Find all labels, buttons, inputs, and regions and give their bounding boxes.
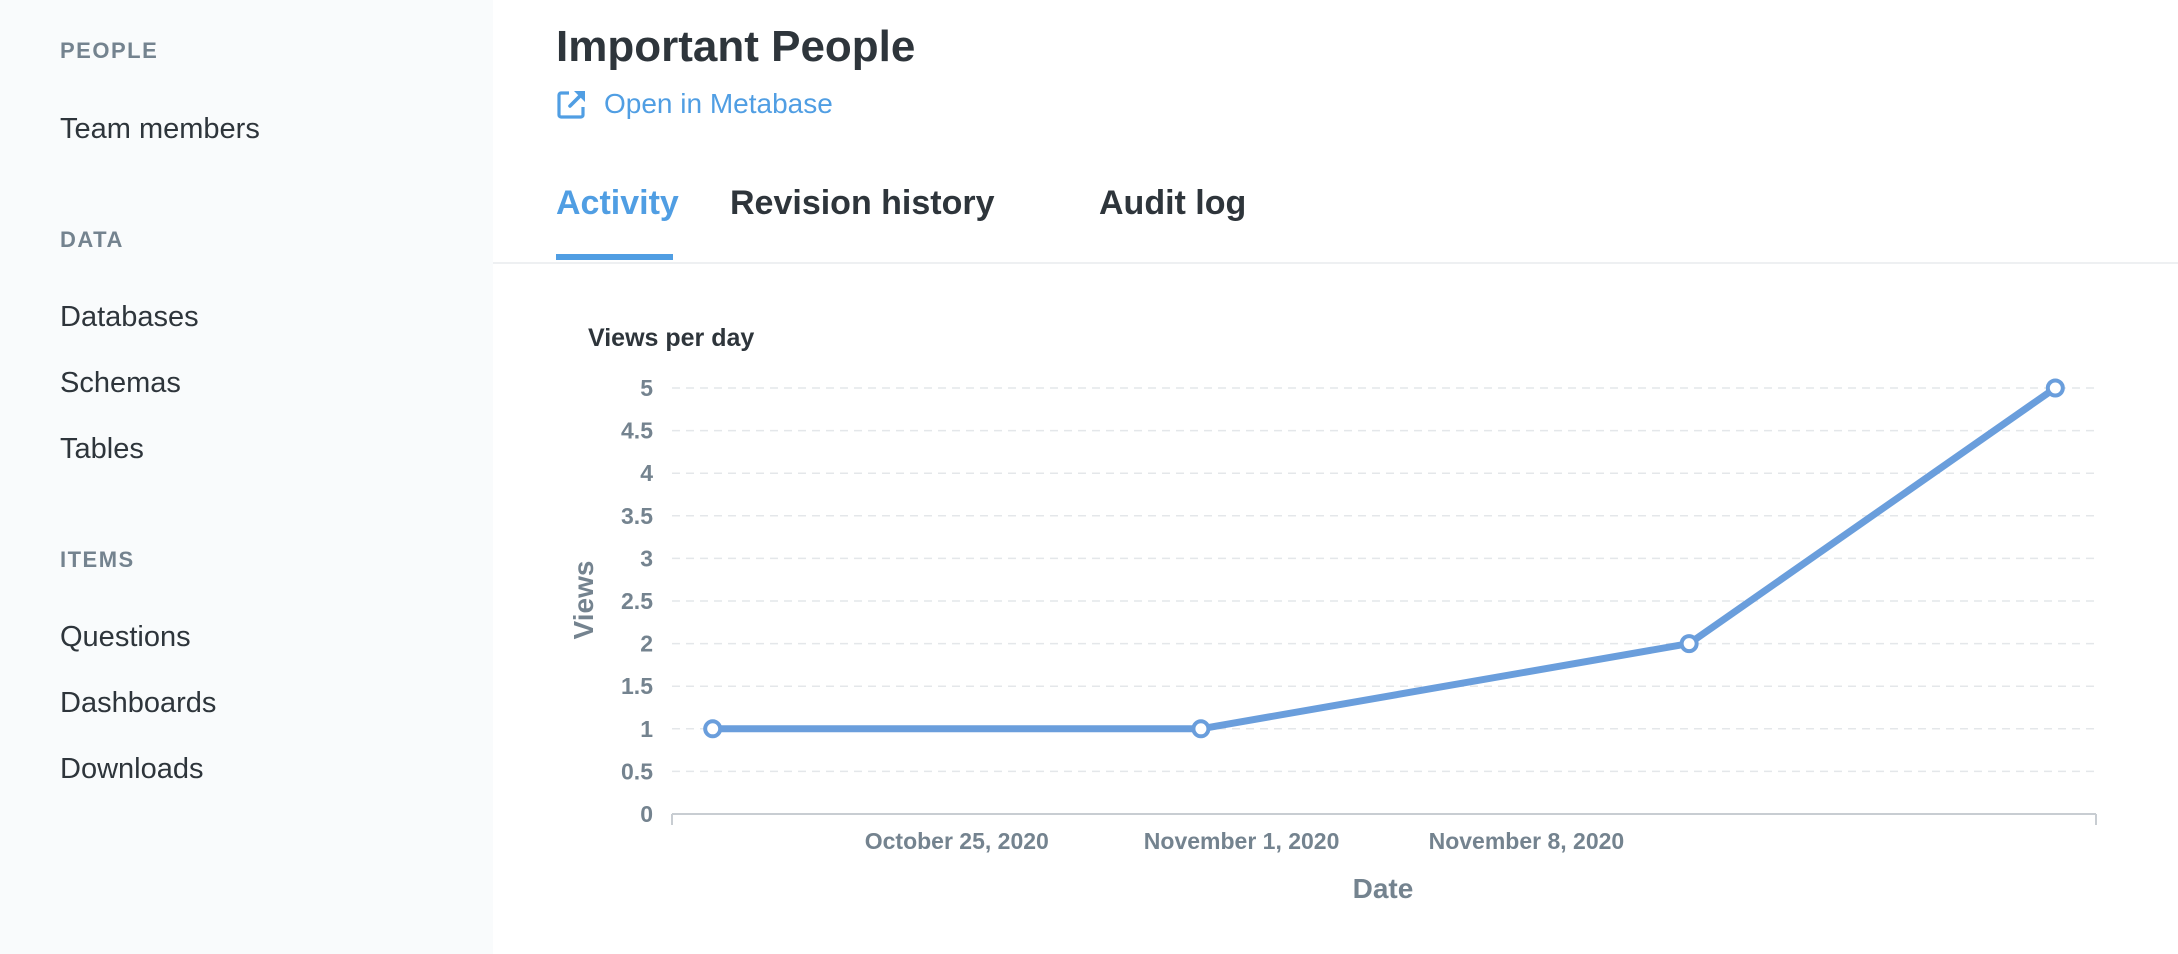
y-tick-label: 1 [640,716,653,742]
views-series-points [703,378,2065,739]
tab-audit-log[interactable]: Audit log [1099,184,1246,223]
tab-revision-history[interactable]: Revision history [730,184,995,223]
x-tick-label: November 8, 2020 [1429,828,1625,854]
x-tick-label: October 25, 2020 [865,828,1049,854]
x-tick-label: November 1, 2020 [1144,828,1340,854]
y-tick-label: 4 [640,460,653,486]
sidebar-item-downloads[interactable]: Downloads [60,753,203,786]
y-tick-label: 2 [640,631,653,657]
data-point[interactable] [2045,378,2065,398]
open-in-metabase-label: Open in Metabase [604,88,833,119]
views-chart-container: Views per day 0 0.5 1 1.5 2 2.5 3 3.5 4 4.5 5 Octo… [493,264,2178,954]
y-tick-label: 1.5 [621,673,653,699]
chart-gridlines [672,387,2096,773]
sidebar-item-databases[interactable]: Databases [60,301,199,334]
y-tick-label: 0.5 [621,758,653,784]
admin-sidebar: PEOPLE Team members DATA Databases Schem… [0,0,493,954]
y-tick-label: 2.5 [621,588,653,614]
sidebar-item-schemas[interactable]: Schemas [60,367,181,400]
data-point[interactable] [1679,634,1699,654]
data-point[interactable] [703,719,723,739]
y-tick-label: 4.5 [621,418,653,444]
y-tick-label: 3.5 [621,503,653,529]
y-tick-label: 0 [640,801,653,827]
tab-activity[interactable]: Activity [556,184,679,223]
sidebar-item-questions[interactable]: Questions [60,621,191,654]
x-axis-ticks: October 25, 2020 November 1, 2020 November… [865,828,1624,854]
external-link-icon [557,91,585,119]
sidebar-item-tables[interactable]: Tables [60,433,144,466]
y-tick-label: 3 [640,545,653,571]
sidebar-item-team-members[interactable]: Team members [60,113,260,146]
y-axis-title: Views [568,561,599,640]
views-per-day-chart: Views per day 0 0.5 1 1.5 2 2.5 3 3.5 4 4.5 5 Octo… [568,324,2097,904]
y-tick-label: 5 [640,375,653,401]
data-point[interactable] [1191,719,1211,739]
y-axis-ticks: 0 0.5 1 1.5 2 2.5 3 3.5 4 4.5 5 [621,375,653,827]
sidebar-section-data: DATA [60,227,124,252]
open-in-metabase-link[interactable]: Open in Metabase [556,88,833,120]
chart-title: Views per day [588,324,754,352]
active-tab-indicator [556,254,673,260]
sidebar-item-dashboards[interactable]: Dashboards [60,687,216,720]
x-axis-title: Date [1353,873,1414,904]
sidebar-section-items: ITEMS [60,547,135,572]
main-content: Important People Open in Metabase Activi… [493,0,2178,954]
sidebar-section-people: PEOPLE [60,38,159,63]
page-title: Important People [556,22,916,71]
